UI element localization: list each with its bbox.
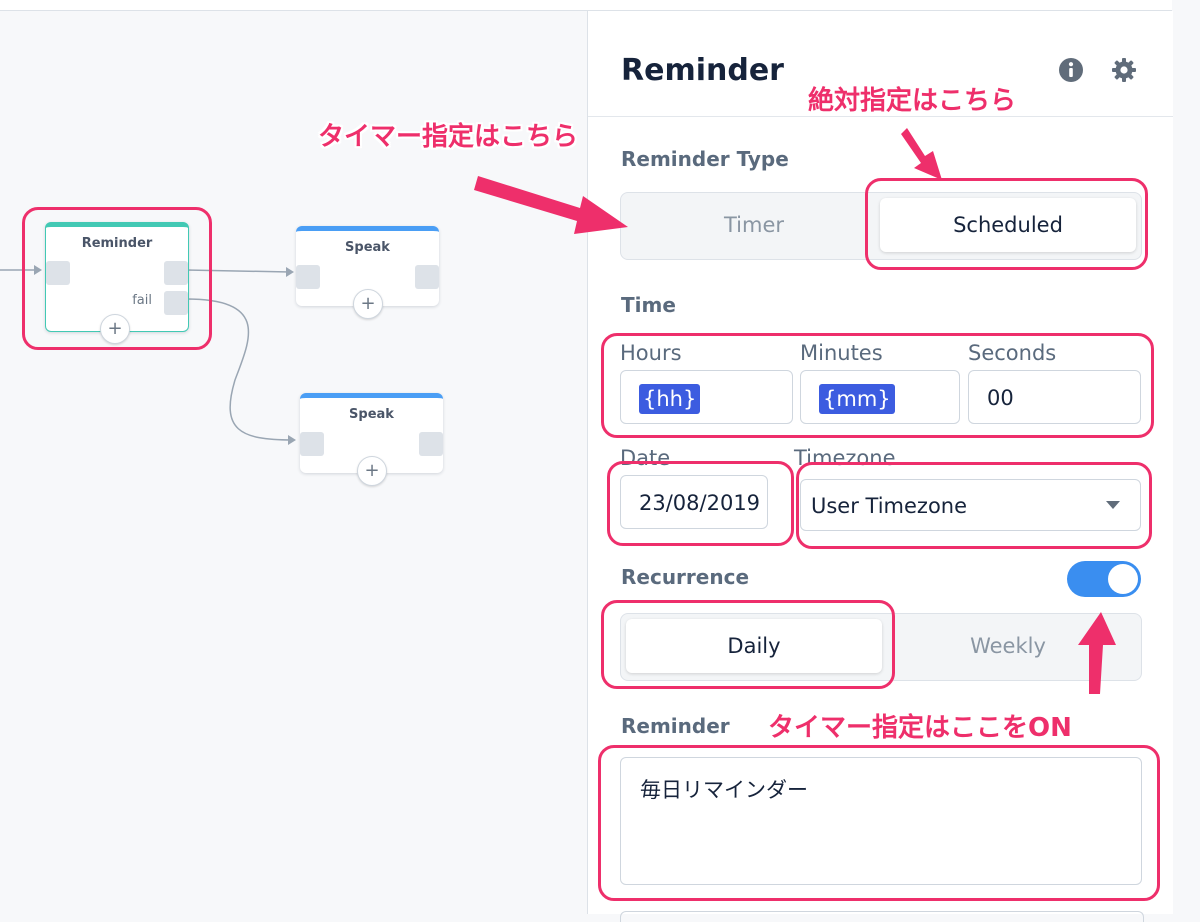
node-title: Speak bbox=[349, 407, 394, 422]
minutes-input[interactable]: {mm} bbox=[800, 370, 960, 424]
annotation-timer: タイマー指定はこちら bbox=[318, 122, 579, 152]
annotation-absolute: 絶対指定はこちら bbox=[808, 86, 1017, 116]
output-port[interactable] bbox=[419, 432, 443, 456]
option-scheduled[interactable]: Scheduled bbox=[880, 198, 1136, 252]
chevron-down-icon bbox=[1106, 501, 1120, 509]
fail-label: fail bbox=[132, 293, 152, 308]
output-port-success[interactable] bbox=[164, 261, 188, 285]
panel-title: Reminder bbox=[621, 53, 784, 88]
timezone-label: Timezone bbox=[794, 446, 896, 470]
reminder-text-input[interactable]: 毎日リマインダー bbox=[620, 757, 1142, 885]
input-port[interactable] bbox=[46, 261, 70, 285]
date-label: Date bbox=[620, 446, 671, 470]
output-port[interactable] bbox=[415, 265, 439, 289]
gear-icon[interactable] bbox=[1111, 57, 1137, 83]
add-step-button[interactable]: + bbox=[353, 289, 383, 319]
node-title: Reminder bbox=[81, 236, 153, 251]
node-title: Speak bbox=[345, 240, 390, 255]
properties-panel: Reminder Reminder Type Timer Scheduled T… bbox=[587, 11, 1173, 922]
seconds-input[interactable]: 00 bbox=[968, 370, 1141, 424]
reminder-type-label: Reminder Type bbox=[621, 147, 789, 171]
add-step-button[interactable]: + bbox=[357, 456, 387, 486]
add-step-button[interactable]: + bbox=[100, 314, 130, 344]
switch-knob bbox=[1108, 564, 1138, 594]
reminder-type-toggle: Timer Scheduled bbox=[620, 192, 1142, 260]
time-label: Time bbox=[621, 293, 676, 317]
next-field-edge bbox=[620, 911, 1144, 922]
output-port-fail[interactable] bbox=[164, 291, 188, 315]
annotation-toggle-on: タイマー指定はここをON bbox=[768, 713, 1072, 743]
minutes-label: Minutes bbox=[800, 341, 883, 365]
option-weekly[interactable]: Weekly bbox=[880, 619, 1136, 673]
option-daily[interactable]: Daily bbox=[626, 619, 882, 673]
input-port[interactable] bbox=[296, 265, 320, 289]
info-icon[interactable] bbox=[1058, 57, 1084, 83]
option-timer[interactable]: Timer bbox=[626, 198, 882, 252]
variable-chip: {mm} bbox=[819, 384, 895, 414]
timezone-value: User Timezone bbox=[811, 494, 968, 518]
hours-input[interactable]: {hh} bbox=[620, 370, 793, 424]
timezone-select[interactable]: User Timezone bbox=[800, 479, 1141, 531]
hours-label: Hours bbox=[620, 341, 682, 365]
recurrence-label: Recurrence bbox=[621, 565, 750, 589]
input-port[interactable] bbox=[300, 432, 324, 456]
recurrence-toggle: Daily Weekly bbox=[620, 613, 1142, 681]
date-input[interactable]: 23/08/2019 bbox=[620, 475, 768, 529]
reminder-text-label: Reminder bbox=[621, 714, 730, 738]
seconds-label: Seconds bbox=[968, 341, 1057, 365]
variable-chip: {hh} bbox=[639, 384, 701, 414]
recurrence-switch[interactable] bbox=[1067, 561, 1141, 597]
